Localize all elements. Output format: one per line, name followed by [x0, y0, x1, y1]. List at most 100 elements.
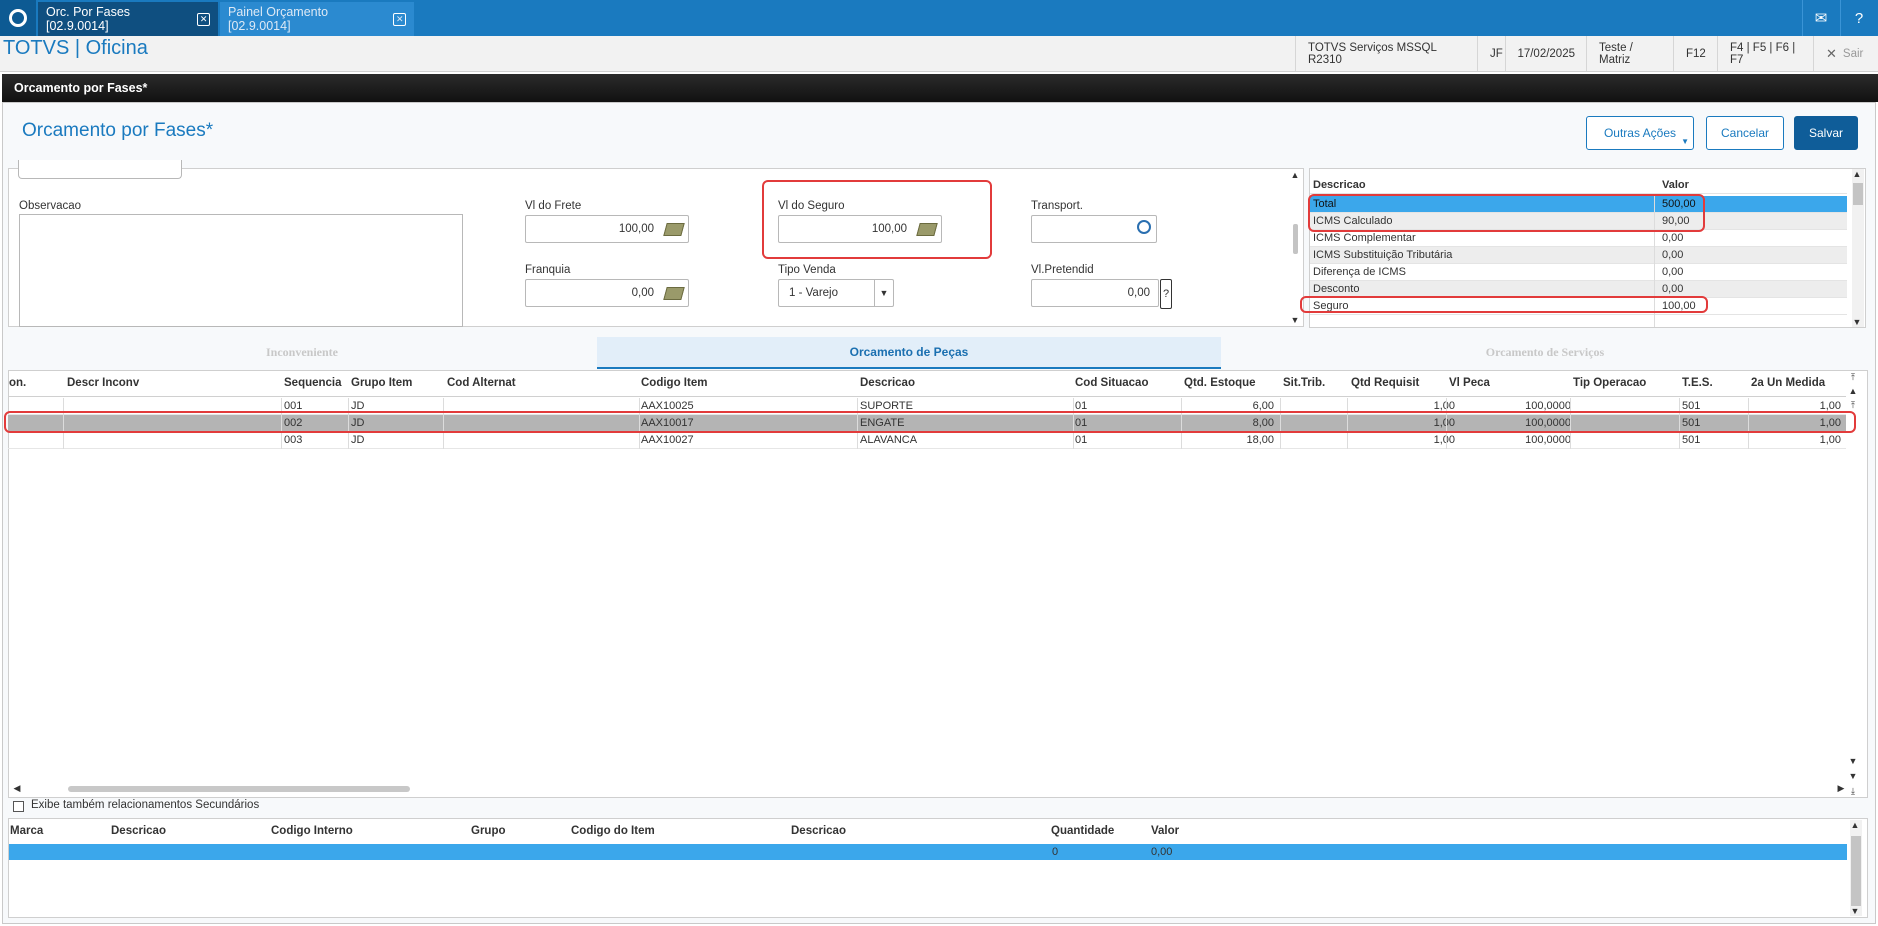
summary-header: Descricao Valor	[1310, 174, 1847, 194]
other-actions-button[interactable]: Outras Ações ▼	[1586, 116, 1694, 150]
money-icon[interactable]	[663, 287, 685, 300]
col-header[interactable]: Cod Situacao	[1075, 377, 1148, 389]
bottom-grid-scrollbar[interactable]: ▲ ▼	[1850, 820, 1862, 916]
f12-shortcut[interactable]: F12	[1673, 36, 1717, 71]
col-header[interactable]: Vl Peca	[1449, 377, 1490, 389]
transport-input[interactable]	[1031, 215, 1157, 243]
summary-row[interactable]: ICMS Complementar 0,00	[1310, 230, 1847, 247]
header-divider	[8, 396, 1846, 397]
col-header[interactable]: T.E.S.	[1682, 377, 1713, 389]
cell: ALAVANCA	[860, 434, 918, 446]
secondary-checkbox[interactable]	[13, 801, 24, 812]
function-shortcuts[interactable]: F4 | F5 | F6 | F7	[1717, 36, 1813, 71]
scroll-down-icon[interactable]: ▼	[1848, 771, 1858, 781]
scroll-bottom-icon[interactable]: ⤓	[1848, 786, 1858, 796]
partial-field[interactable]	[18, 160, 182, 179]
scroll-left-icon[interactable]: ◀	[12, 783, 22, 793]
help-icon[interactable]: ?	[1840, 0, 1877, 36]
scroll-up-icon[interactable]: ▲	[1848, 386, 1858, 396]
col-header[interactable]: Descricao	[111, 825, 166, 837]
exit-button[interactable]: ✕ Sair	[1813, 36, 1878, 71]
col-header[interactable]: Codigo do Item	[571, 825, 655, 837]
col-header[interactable]: Qtd. Estoque	[1184, 377, 1256, 389]
tab-inconveniente[interactable]: Inconveniente	[8, 337, 596, 367]
cell: 0,00	[1151, 846, 1173, 858]
scroll-page-up-icon[interactable]: ⤒	[1848, 400, 1858, 410]
cell: AAX10027	[641, 434, 694, 446]
money-icon[interactable]	[663, 223, 685, 236]
tipo-venda-label: Tipo Venda	[778, 264, 836, 276]
environment-label[interactable]: TOTVS Serviços MSSQL R2310	[1295, 36, 1477, 71]
scroll-thumb[interactable]	[1853, 183, 1863, 205]
col-header[interactable]: Grupo Item	[351, 377, 412, 389]
col-header[interactable]: Sequencia	[284, 377, 342, 389]
totvs-logo-icon[interactable]	[0, 0, 36, 36]
search-icon[interactable]	[1137, 220, 1151, 234]
col-header[interactable]: 2a Un Medida	[1751, 377, 1825, 389]
summary-row[interactable]: Diferença de ICMS 0,00	[1310, 264, 1847, 281]
cell: 1,00	[1819, 434, 1841, 446]
observacao-textarea[interactable]	[19, 214, 463, 327]
close-icon[interactable]: ✕	[197, 12, 210, 26]
scroll-up-icon[interactable]: ▲	[1852, 169, 1862, 179]
help-icon[interactable]: ?	[1160, 279, 1172, 309]
frete-value: 100,00	[618, 223, 654, 235]
scroll-down-icon[interactable]: ▼	[1852, 317, 1862, 327]
scroll-down-icon[interactable]: ▼	[1850, 906, 1860, 916]
franquia-label: Franquia	[525, 264, 571, 276]
col-header[interactable]: Valor	[1151, 825, 1179, 837]
summary-desc: Diferença de ICMS	[1313, 266, 1406, 278]
tab-label: Painel Orçamento [02.9.0014]	[228, 5, 329, 33]
summary-scrollbar[interactable]: ▲ ▼	[1852, 169, 1864, 327]
col-header[interactable]: Descr Inconv	[67, 377, 139, 389]
scroll-top-icon[interactable]: ⤒	[1848, 372, 1858, 382]
col-header[interactable]: Quantidade	[1051, 825, 1114, 837]
chevron-down-icon[interactable]: ▼	[874, 280, 893, 306]
branch-label[interactable]: Teste / Matriz	[1586, 36, 1673, 71]
franquia-input[interactable]: 0,00	[525, 279, 689, 307]
col-header[interactable]: Descricao	[791, 825, 846, 837]
col-header[interactable]: on.	[9, 377, 26, 389]
scroll-page-down-icon[interactable]: ▼	[1848, 756, 1858, 766]
col-header[interactable]: Marca	[10, 825, 43, 837]
scroll-down-icon[interactable]: ▼	[1290, 315, 1300, 325]
date-label[interactable]: 17/02/2025	[1505, 36, 1587, 71]
pretendid-input[interactable]: 0,00	[1031, 279, 1159, 307]
col-header[interactable]: Codigo Item	[641, 377, 707, 389]
tipo-venda-select[interactable]: 1 - Varejo ▼	[778, 279, 894, 307]
tab-orcamento-servicos[interactable]: Orcamento de Serviços	[1222, 337, 1868, 367]
summary-desc: Desconto	[1313, 283, 1360, 295]
cell: 18,00	[1246, 434, 1274, 446]
scroll-up-icon[interactable]: ▲	[1290, 170, 1300, 180]
frete-input[interactable]: 100,00	[525, 215, 689, 243]
summary-header-descricao: Descricao	[1313, 179, 1366, 191]
close-icon[interactable]: ✕	[393, 12, 406, 26]
caret-down-icon: ▼	[1681, 137, 1689, 146]
col-header[interactable]: Grupo	[471, 825, 506, 837]
col-header[interactable]: Qtd Requisit	[1351, 377, 1419, 389]
seguro-input[interactable]: 100,00	[778, 215, 942, 243]
scroll-thumb[interactable]	[1293, 224, 1298, 254]
col-header[interactable]: Tip Operacao	[1573, 377, 1646, 389]
scroll-up-icon[interactable]: ▲	[1850, 820, 1860, 830]
mail-icon[interactable]: ✉	[1802, 0, 1839, 36]
scroll-thumb[interactable]	[1851, 836, 1861, 906]
horizontal-scroll-thumb[interactable]	[68, 786, 410, 792]
grid-vertical-scrollbar[interactable]: ⤒ ▲ ⤒ ▼ ▼ ⤓	[1848, 372, 1860, 796]
cell: 501	[1682, 434, 1701, 446]
cancel-button[interactable]: Cancelar	[1706, 116, 1784, 150]
col-header[interactable]: Cod Alternat	[447, 377, 516, 389]
table-row-selected[interactable]: 0 0,00	[9, 844, 1847, 860]
tab-orc-por-fases[interactable]: Orc. Por Fases [02.9.0014] ✕	[38, 2, 218, 36]
tab-painel-orcamento[interactable]: Painel Orçamento [02.9.0014] ✕	[220, 2, 414, 36]
cell: 003	[284, 434, 303, 446]
col-header[interactable]: Descricao	[860, 377, 915, 389]
col-header[interactable]: Codigo Interno	[271, 825, 353, 837]
col-header[interactable]: Sit.Trib.	[1283, 377, 1325, 389]
other-actions-label: Outras Ações	[1603, 126, 1677, 140]
summary-row[interactable]: ICMS Substituição Tributária 0,00	[1310, 247, 1847, 264]
scroll-right-icon[interactable]: ▶	[1836, 783, 1846, 793]
tab-orcamento-pecas[interactable]: Orcamento de Peças	[597, 337, 1221, 369]
save-button[interactable]: Salvar	[1794, 116, 1858, 150]
money-icon[interactable]	[916, 223, 938, 236]
